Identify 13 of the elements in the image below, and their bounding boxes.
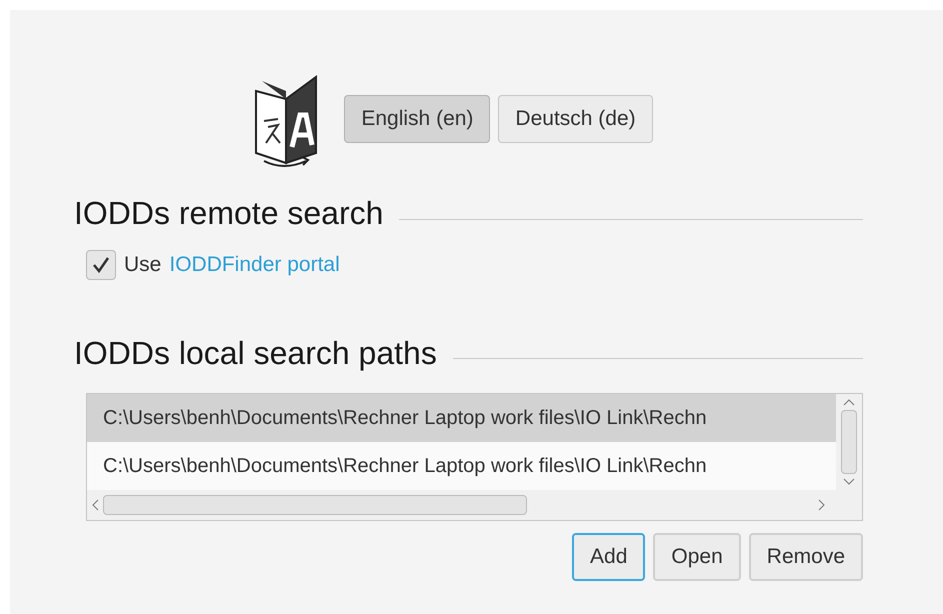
check-icon bbox=[91, 254, 111, 275]
action-button[interactable]: Open bbox=[653, 532, 741, 580]
section-heading: IODDs remote search bbox=[74, 194, 384, 233]
checkbox-label: Use bbox=[124, 252, 162, 278]
language-button[interactable]: English (en) bbox=[344, 95, 490, 143]
action-button[interactable]: Remove bbox=[748, 532, 863, 580]
checkbox[interactable] bbox=[86, 250, 116, 280]
horizontal-scrollbar[interactable] bbox=[87, 490, 862, 520]
vertical-scrollbar[interactable] bbox=[836, 394, 862, 490]
language-button[interactable]: Deutsch (de) bbox=[498, 95, 653, 143]
section-heading: IODDs local search paths bbox=[74, 334, 437, 373]
path-row[interactable]: C:\Users\benh\Documents\Rechner Laptop work files\IO Link\Rechn bbox=[87, 394, 836, 442]
action-button[interactable]: Add bbox=[572, 532, 646, 580]
